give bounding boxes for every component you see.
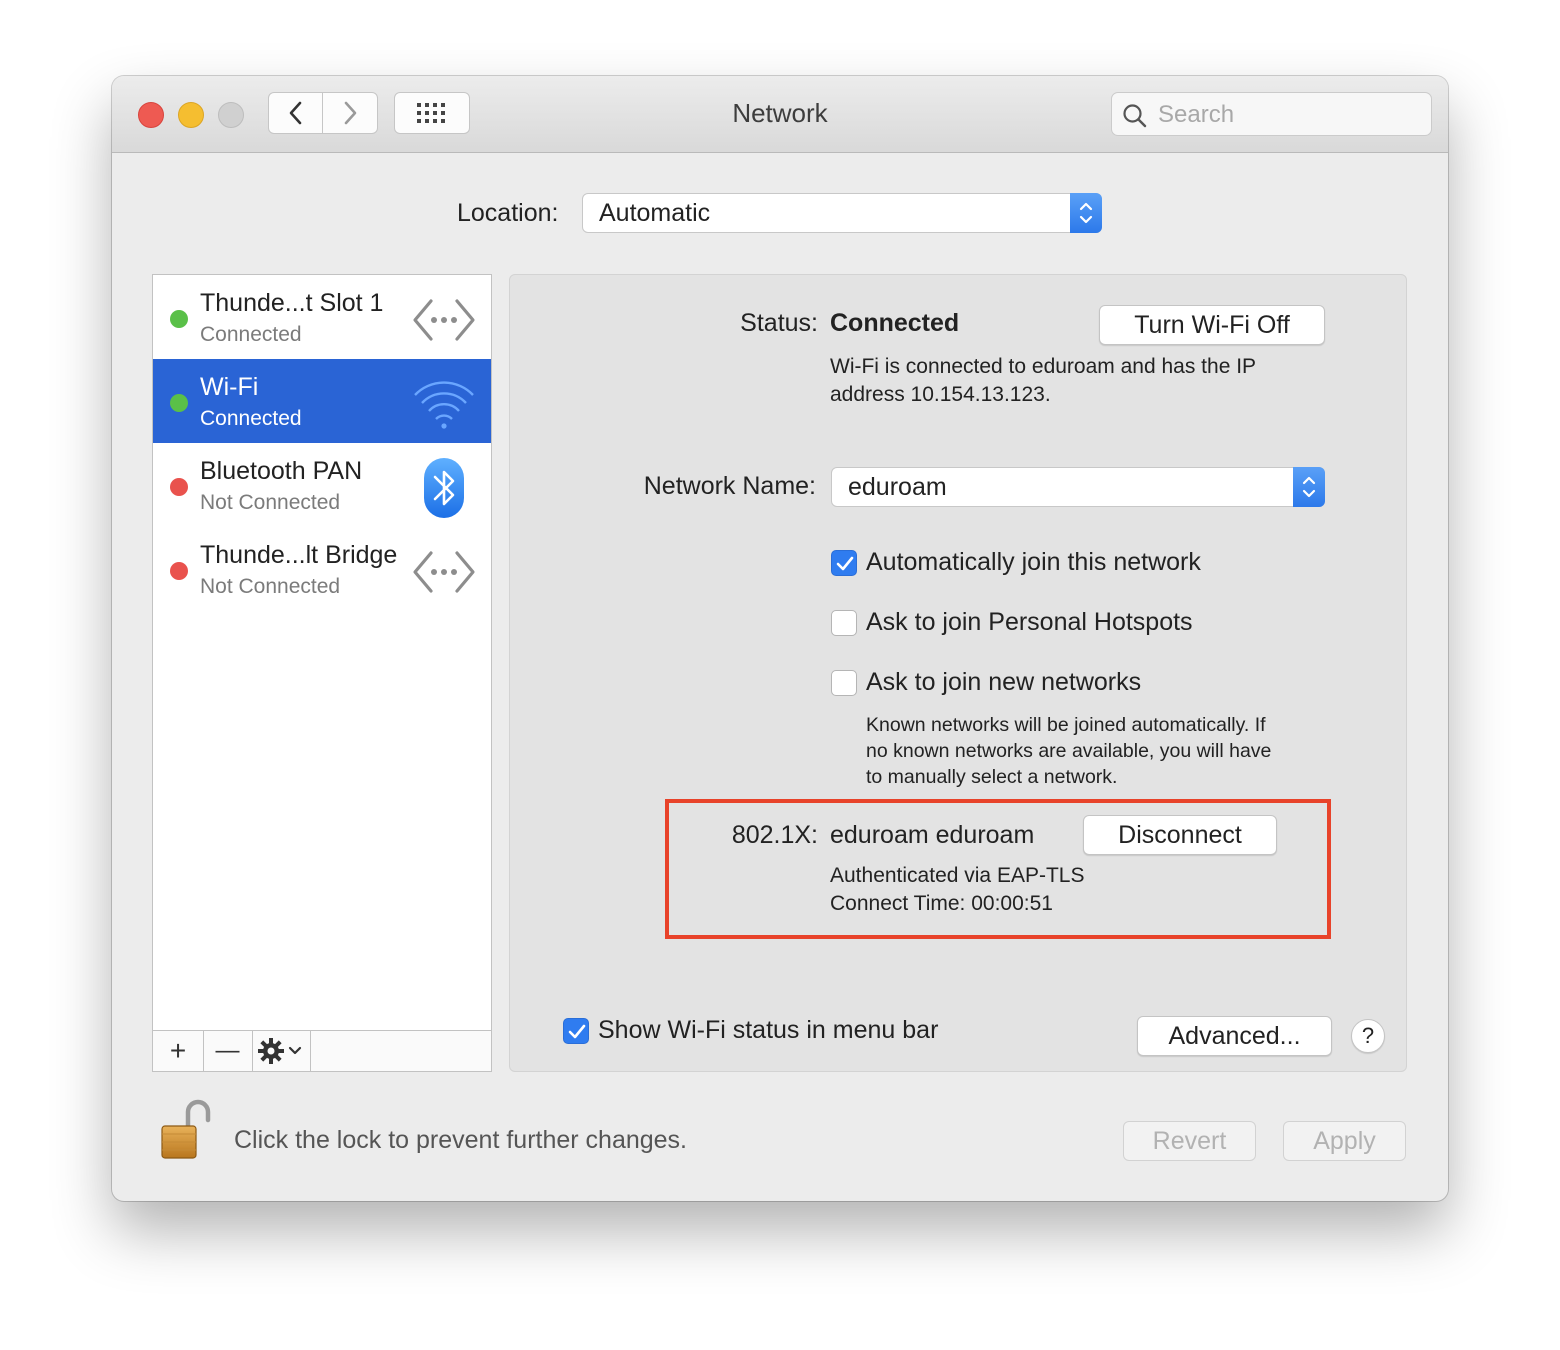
revert-button[interactable]: Revert	[1123, 1121, 1256, 1161]
search-input[interactable]	[1156, 99, 1420, 131]
status-value: Connected	[830, 309, 960, 337]
status-indicator-green	[170, 394, 188, 412]
service-status: Connected	[200, 407, 302, 430]
service-name: Wi-Fi	[200, 373, 259, 401]
network-name-popup[interactable]: eduroam	[831, 467, 1325, 507]
wifi-icon	[414, 381, 474, 429]
checkmark-icon	[836, 556, 854, 571]
disconnect-button[interactable]: Disconnect	[1083, 815, 1277, 855]
service-status: Not Connected	[200, 575, 341, 598]
note-line-2: no known networks are available, you wil…	[866, 740, 1272, 762]
apply-button[interactable]: Apply	[1283, 1121, 1406, 1161]
location-label: Location:	[457, 199, 559, 227]
note-line-1: Known networks will be joined automatica…	[866, 714, 1266, 736]
status-indicator-red	[170, 562, 188, 580]
service-name: Thunde...t Slot 1	[200, 289, 384, 317]
status-indicator-red	[170, 478, 188, 496]
service-name: Bluetooth PAN	[200, 457, 363, 485]
connect-time-text: Connect Time: 00:00:51	[830, 892, 1053, 915]
network-name-label: Network Name:	[643, 472, 816, 500]
show-wifi-status-label[interactable]: Show Wi-Fi status in menu bar	[598, 1016, 938, 1045]
popup-arrows-icon	[1293, 467, 1325, 507]
personal-hotspots-checkbox[interactable]	[831, 610, 857, 636]
title-bar: Network	[112, 76, 1448, 153]
service-status: Not Connected	[200, 491, 341, 514]
service-item-wifi[interactable]: Wi-Fi Connected	[153, 359, 491, 443]
bluetooth-icon	[424, 458, 464, 518]
help-button[interactable]: ?	[1351, 1019, 1385, 1053]
status-indicator-green	[170, 310, 188, 328]
ethernet-icon	[413, 551, 475, 593]
status-description-line-1: Wi-Fi is connected to eduroam and has th…	[830, 355, 1257, 378]
service-list-toolbar: + —	[153, 1030, 491, 1071]
service-list: Thunde...t Slot 1 Connected Wi-Fi Connec…	[152, 274, 492, 1072]
add-service-button[interactable]: +	[153, 1031, 204, 1071]
service-name: Thunde...lt Bridge	[200, 541, 398, 569]
service-status: Connected	[200, 323, 302, 346]
status-label: Status:	[740, 309, 818, 337]
service-item-bluetooth-pan[interactable]: Bluetooth PAN Not Connected	[153, 443, 491, 527]
lock-message: Click the lock to prevent further change…	[234, 1126, 688, 1154]
ask-new-networks-checkbox[interactable]	[831, 670, 857, 696]
dot1x-label: 802.1X:	[731, 821, 818, 849]
action-menu-button[interactable]	[252, 1031, 311, 1071]
gear-icon	[258, 1038, 302, 1064]
auth-method-text: Authenticated via EAP-TLS	[830, 864, 1085, 887]
status-description-line-2: address 10.154.13.123.	[830, 383, 1051, 406]
checkmark-icon	[568, 1024, 586, 1039]
network-preferences-window: Network Location: Automatic Thunde...t S…	[112, 76, 1448, 1201]
note-line-3: to manually select a network.	[866, 766, 1118, 788]
advanced-button[interactable]: Advanced...	[1137, 1016, 1332, 1056]
auto-join-checkbox[interactable]	[831, 550, 857, 576]
network-name-value: eduroam	[848, 473, 947, 501]
search-icon	[1123, 104, 1147, 128]
service-item-thunderbolt-bridge[interactable]: Thunde...lt Bridge Not Connected	[153, 527, 491, 611]
lock-button[interactable]	[158, 1098, 212, 1162]
location-value: Automatic	[599, 199, 711, 227]
location-popup[interactable]: Automatic	[582, 193, 1102, 233]
dot1x-value: eduroam eduroam	[830, 821, 1035, 849]
show-wifi-status-checkbox[interactable]	[563, 1018, 589, 1044]
auto-join-label[interactable]: Automatically join this network	[866, 548, 1201, 577]
ethernet-icon	[413, 299, 475, 341]
popup-arrows-icon	[1070, 193, 1102, 233]
personal-hotspots-label[interactable]: Ask to join Personal Hotspots	[866, 608, 1193, 637]
turn-wifi-off-button[interactable]: Turn Wi-Fi Off	[1099, 305, 1325, 345]
ask-new-networks-label[interactable]: Ask to join new networks	[866, 668, 1141, 697]
search-field[interactable]	[1111, 92, 1432, 136]
remove-service-button[interactable]: —	[203, 1031, 253, 1071]
service-item-thunderbolt-slot[interactable]: Thunde...t Slot 1 Connected	[153, 275, 491, 359]
unlocked-padlock-icon	[161, 1099, 211, 1159]
